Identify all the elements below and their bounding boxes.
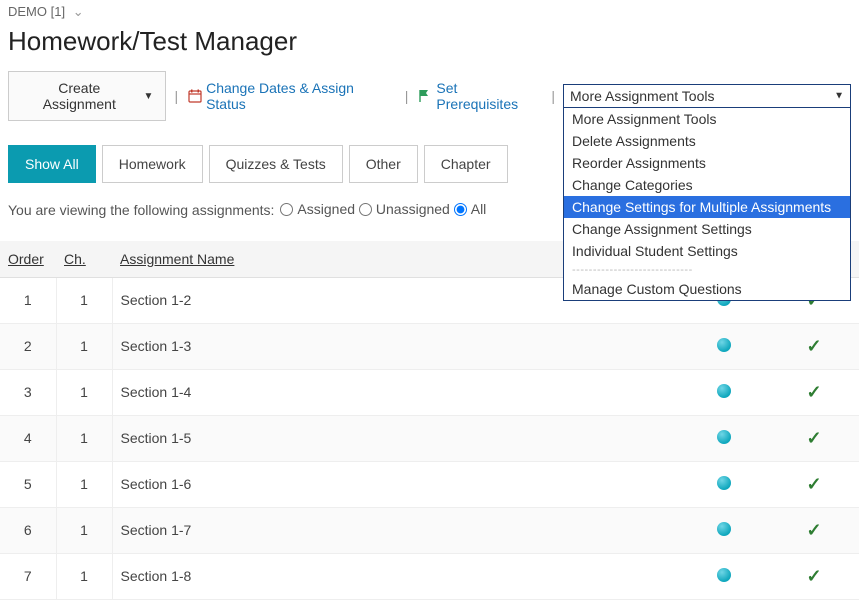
set-prerequisites-link[interactable]: Set Prerequisites bbox=[416, 76, 543, 116]
viewing-option[interactable]: All bbox=[454, 201, 487, 217]
more-tools-menu: More Assignment ToolsDelete AssignmentsR… bbox=[563, 108, 851, 301]
change-dates-label: Change Dates & Assign Status bbox=[206, 80, 395, 112]
category-dot-icon bbox=[717, 338, 731, 352]
more-tools-item[interactable]: Reorder Assignments bbox=[564, 152, 850, 174]
viewing-option[interactable]: Assigned bbox=[280, 201, 355, 217]
set-prerequisites-label: Set Prerequisites bbox=[436, 80, 541, 112]
calendar-icon bbox=[188, 89, 202, 103]
cell-assignment-name[interactable]: Section 1-6 bbox=[112, 461, 679, 507]
cell-chapter: 1 bbox=[56, 507, 112, 553]
cell-assigned: ✓ bbox=[769, 553, 859, 599]
more-tools-item[interactable]: More Assignment Tools bbox=[564, 108, 850, 130]
cell-category bbox=[679, 461, 769, 507]
filter-tab[interactable]: Chapter bbox=[424, 145, 508, 183]
more-tools-item[interactable]: Individual Student Settings bbox=[564, 240, 850, 262]
course-selector[interactable]: DEMO [1] ⌄ bbox=[0, 0, 859, 20]
cell-chapter: 1 bbox=[56, 277, 112, 323]
flag-icon bbox=[418, 89, 432, 103]
more-tools-item[interactable]: Change Assignment Settings bbox=[564, 218, 850, 240]
radio-input[interactable] bbox=[280, 203, 293, 216]
cell-order[interactable]: 7 bbox=[0, 553, 56, 599]
cell-order[interactable]: 6 bbox=[0, 507, 56, 553]
cell-category bbox=[679, 415, 769, 461]
check-icon: ✓ bbox=[806, 566, 821, 586]
divider: | bbox=[549, 88, 557, 104]
cell-assigned: ✓ bbox=[769, 461, 859, 507]
cell-assignment-name[interactable]: Section 1-4 bbox=[112, 369, 679, 415]
cell-category bbox=[679, 553, 769, 599]
menu-separator: ----------------------------- bbox=[564, 262, 850, 278]
cell-order[interactable]: 3 bbox=[0, 369, 56, 415]
change-dates-link[interactable]: Change Dates & Assign Status bbox=[186, 76, 397, 116]
create-assignment-label: Create Assignment bbox=[21, 80, 138, 112]
cell-assignment-name[interactable]: Section 1-8 bbox=[112, 553, 679, 599]
table-row: 31Section 1-4 ✓ bbox=[0, 369, 859, 415]
cell-assigned: ✓ bbox=[769, 323, 859, 369]
more-tools-item[interactable]: Manage Custom Questions bbox=[564, 278, 850, 300]
table-row: 21Section 1-3 ✓ bbox=[0, 323, 859, 369]
viewing-option-label: Assigned bbox=[297, 201, 355, 217]
more-tools-selected: More Assignment Tools bbox=[570, 88, 714, 104]
check-icon: ✓ bbox=[806, 382, 821, 402]
more-tools-dropdown[interactable]: More Assignment Tools ▼ More Assignment … bbox=[563, 84, 851, 108]
cell-order[interactable]: 4 bbox=[0, 415, 56, 461]
more-tools-item[interactable]: Change Categories bbox=[564, 174, 850, 196]
cell-assignment-name[interactable]: Section 1-5 bbox=[112, 415, 679, 461]
category-dot-icon bbox=[717, 384, 731, 398]
check-icon: ✓ bbox=[806, 474, 821, 494]
cell-category bbox=[679, 507, 769, 553]
more-tools-item[interactable]: Delete Assignments bbox=[564, 130, 850, 152]
table-row: 51Section 1-6 ✓ bbox=[0, 461, 859, 507]
course-label-text: DEMO [1] bbox=[8, 4, 65, 19]
filter-tab[interactable]: Quizzes & Tests bbox=[209, 145, 343, 183]
category-dot-icon bbox=[717, 568, 731, 582]
cell-assigned: ✓ bbox=[769, 415, 859, 461]
divider: | bbox=[403, 88, 411, 104]
cell-chapter: 1 bbox=[56, 415, 112, 461]
category-dot-icon bbox=[717, 522, 731, 536]
viewing-option-label: All bbox=[471, 201, 487, 217]
col-ch[interactable]: Ch. bbox=[56, 241, 112, 278]
cell-assigned: ✓ bbox=[769, 369, 859, 415]
radio-input[interactable] bbox=[454, 203, 467, 216]
chevron-down-icon: ⌄ bbox=[73, 4, 84, 19]
toolbar: Create Assignment ▼ | Change Dates & Ass… bbox=[0, 71, 859, 121]
table-row: 61Section 1-7 ✓ bbox=[0, 507, 859, 553]
category-dot-icon bbox=[717, 476, 731, 490]
check-icon: ✓ bbox=[806, 520, 821, 540]
filter-tab[interactable]: Homework bbox=[102, 145, 203, 183]
cell-chapter: 1 bbox=[56, 323, 112, 369]
cell-assignment-name[interactable]: Section 1-7 bbox=[112, 507, 679, 553]
caret-down-icon: ▼ bbox=[834, 91, 844, 102]
cell-category bbox=[679, 323, 769, 369]
check-icon: ✓ bbox=[806, 428, 821, 448]
filter-tab[interactable]: Show All bbox=[8, 145, 96, 183]
viewing-option-label: Unassigned bbox=[376, 201, 450, 217]
cell-chapter: 1 bbox=[56, 369, 112, 415]
viewing-option[interactable]: Unassigned bbox=[359, 201, 450, 217]
more-tools-item[interactable]: Change Settings for Multiple Assignments bbox=[564, 196, 850, 218]
radio-input[interactable] bbox=[359, 203, 372, 216]
cell-order[interactable]: 2 bbox=[0, 323, 56, 369]
cell-chapter: 1 bbox=[56, 553, 112, 599]
cell-assigned: ✓ bbox=[769, 507, 859, 553]
table-row: 41Section 1-5 ✓ bbox=[0, 415, 859, 461]
cell-order[interactable]: 5 bbox=[0, 461, 56, 507]
viewing-text: You are viewing the following assignment… bbox=[8, 202, 274, 218]
cell-assignment-name[interactable]: Section 1-3 bbox=[112, 323, 679, 369]
category-dot-icon bbox=[717, 430, 731, 444]
col-order[interactable]: Order bbox=[0, 241, 56, 278]
create-assignment-button[interactable]: Create Assignment ▼ bbox=[8, 71, 166, 121]
caret-down-icon: ▼ bbox=[144, 91, 154, 102]
divider: | bbox=[172, 88, 180, 104]
cell-category bbox=[679, 369, 769, 415]
table-row: 71Section 1-8 ✓ bbox=[0, 553, 859, 599]
cell-chapter: 1 bbox=[56, 461, 112, 507]
page-title: Homework/Test Manager bbox=[0, 20, 859, 71]
more-tools-select[interactable]: More Assignment Tools ▼ bbox=[563, 84, 851, 108]
cell-order[interactable]: 1 bbox=[0, 277, 56, 323]
filter-tab[interactable]: Other bbox=[349, 145, 418, 183]
check-icon: ✓ bbox=[806, 336, 821, 356]
